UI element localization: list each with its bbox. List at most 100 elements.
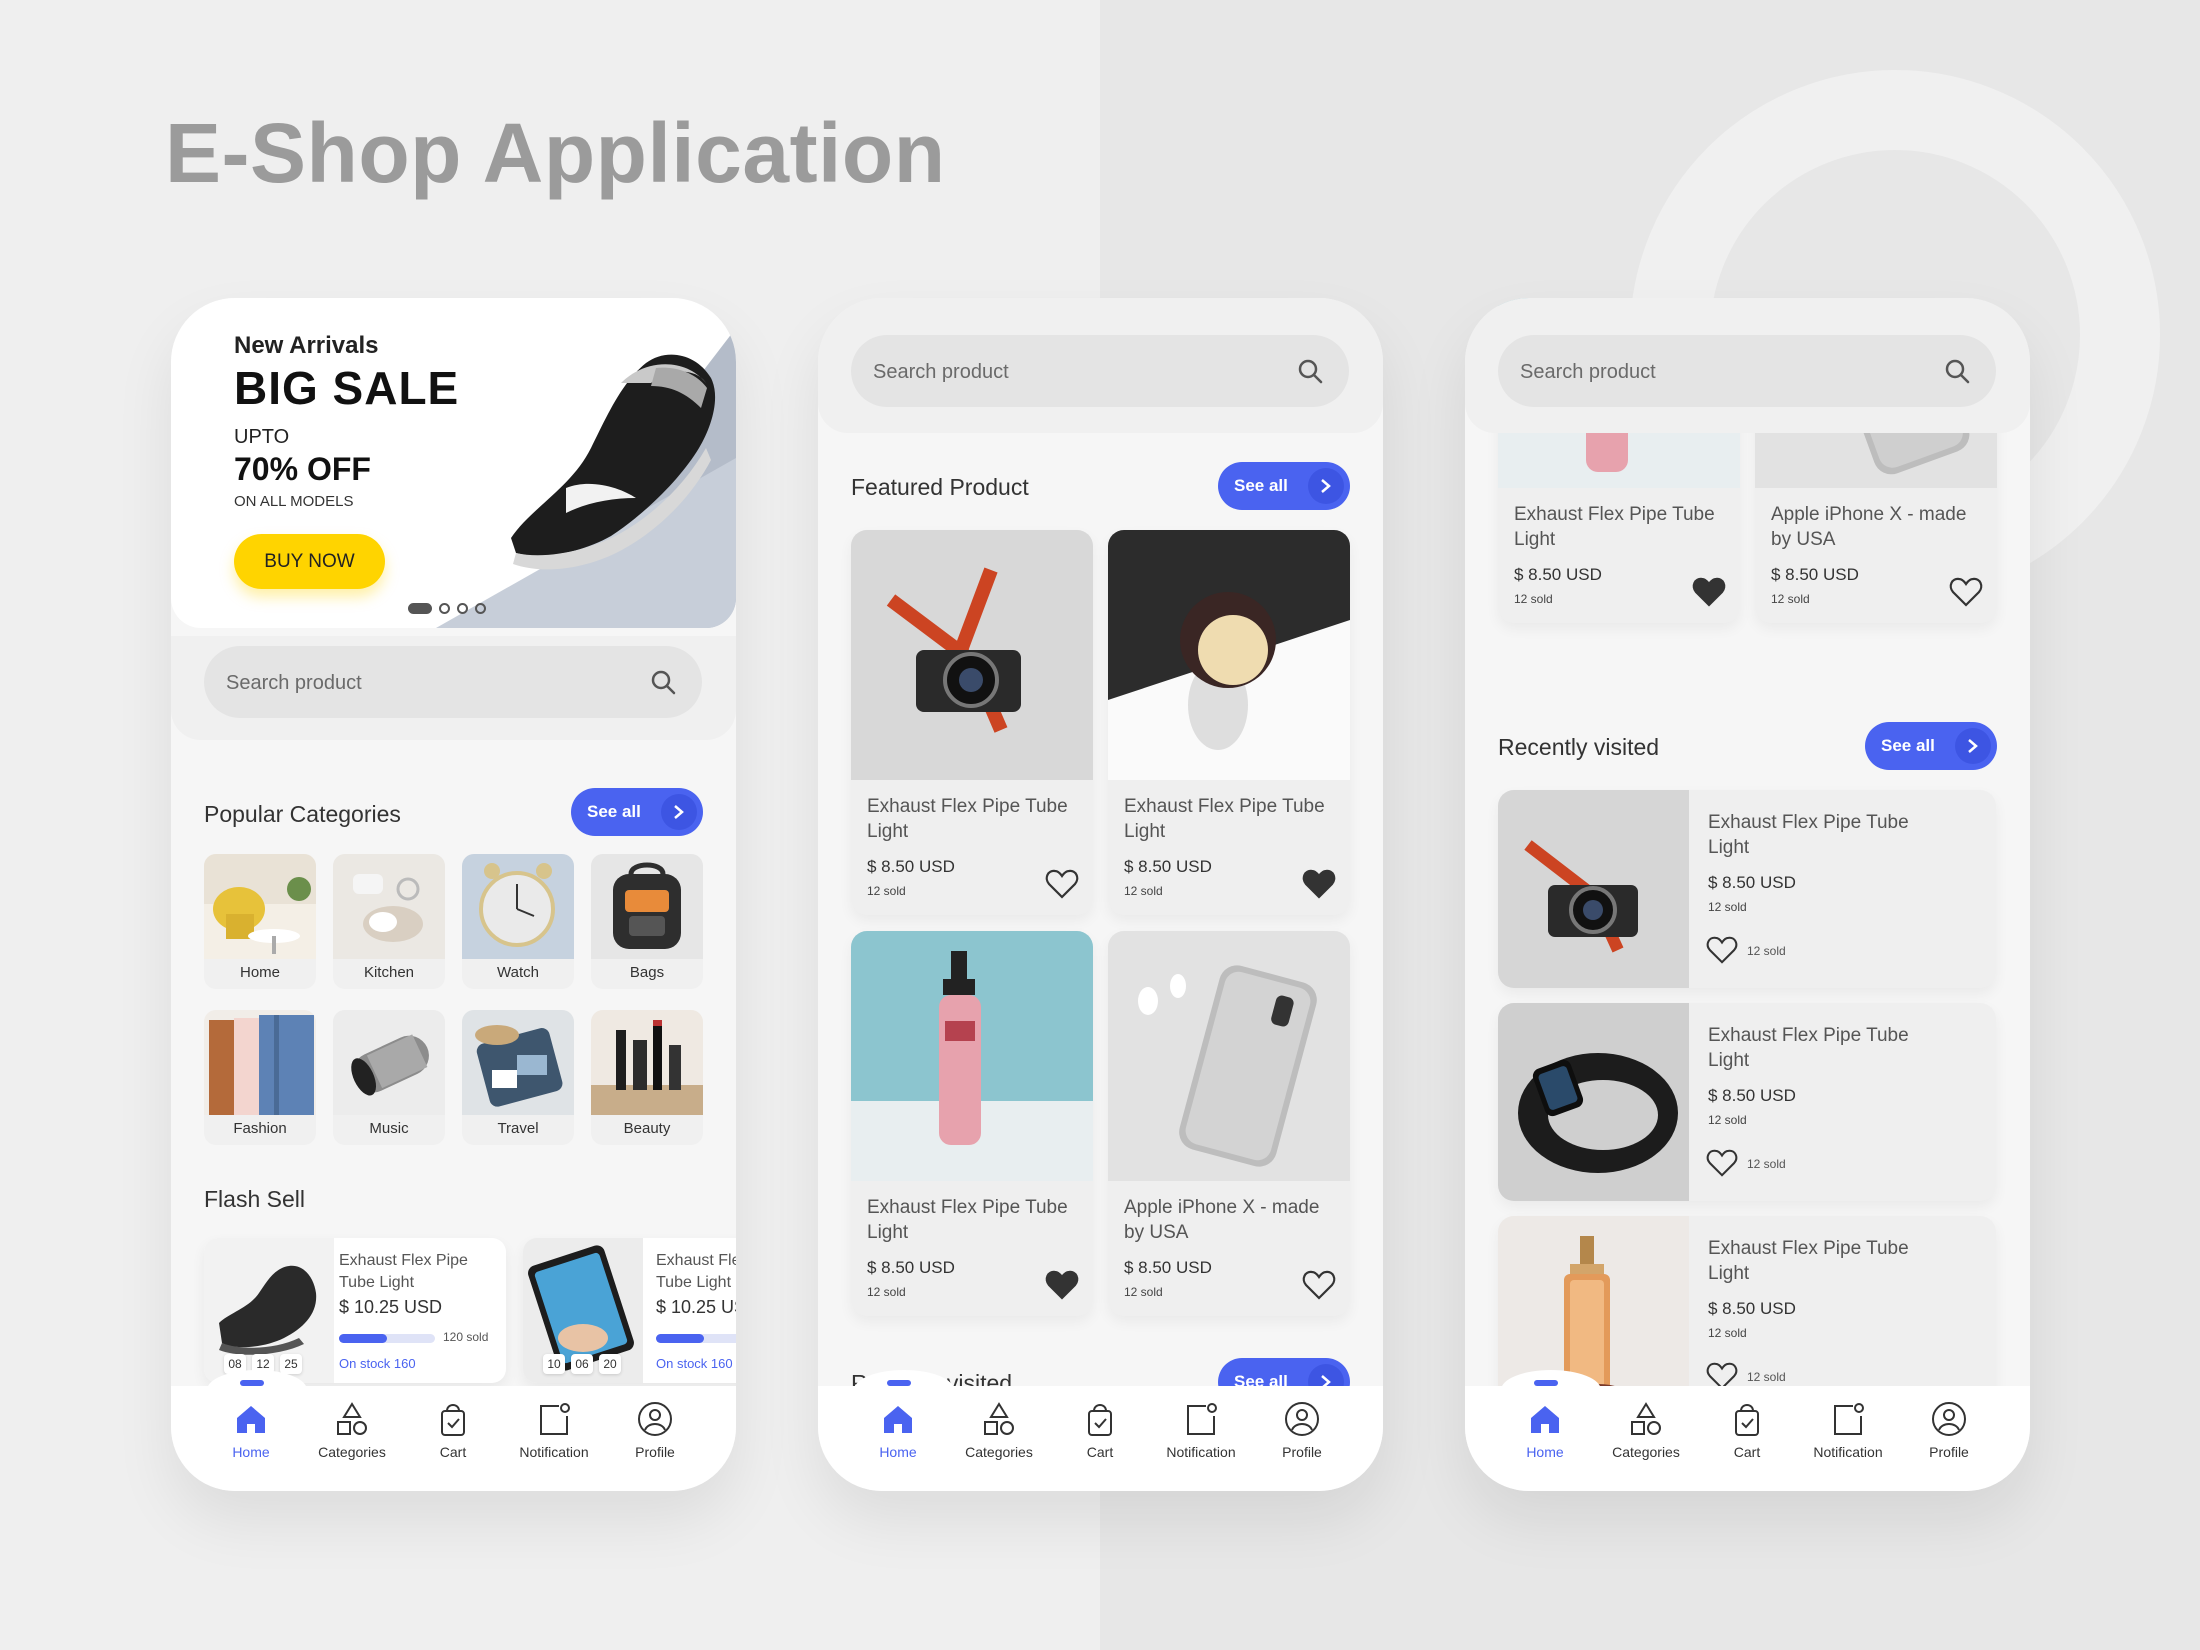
nav-active-indicator — [887, 1380, 911, 1386]
see-all-featured-button[interactable]: See all — [1218, 462, 1350, 510]
notification-icon — [1187, 1403, 1217, 1435]
product-card[interactable]: Exhaust Flex Pipe Tube Light $ 8.50 USD … — [851, 931, 1093, 1316]
countdown-timer: 10 06 20 — [543, 1354, 621, 1374]
hero-upto: UPTO — [234, 426, 290, 448]
nav-item-home[interactable]: Home — [1490, 1400, 1600, 1460]
heart-outline-icon[interactable] — [1302, 1269, 1336, 1301]
screen-featured: Search product Featured Product See all … — [818, 298, 1383, 1403]
category-kitchen[interactable]: Kitchen — [333, 854, 445, 989]
watch-category-image — [462, 854, 574, 959]
category-music[interactable]: Music — [333, 1010, 445, 1145]
category-label: Home — [239, 964, 280, 981]
nav-item-categories[interactable]: Categories — [944, 1400, 1054, 1460]
category-travel[interactable]: Travel — [462, 1010, 574, 1145]
category-label: Watch — [497, 964, 539, 981]
shapes-icon — [337, 1402, 367, 1435]
recent-product-card[interactable]: Exhaust Flex Pipe Tube Light $ 8.50 USD … — [1498, 790, 1996, 988]
nav-label: Profile — [1929, 1444, 1969, 1460]
search-icon[interactable] — [1297, 358, 1323, 384]
nav-item-home[interactable]: Home — [196, 1400, 306, 1460]
carousel-dot[interactable] — [439, 603, 450, 614]
flash-product-price: $ 10.25 USD — [656, 1297, 736, 1317]
flash-sell-title: Flash Sell — [204, 1186, 305, 1212]
phone-recent-screen: Search product Exhaust Flex Pipe Tube Li… — [1465, 298, 2030, 1491]
product-sold: 12 sold — [1771, 592, 1810, 606]
sneaker-image — [511, 354, 716, 570]
product-price: $ 8.50 USD — [1514, 565, 1602, 584]
search-placeholder: Search product — [226, 672, 362, 694]
carousel-dots[interactable] — [408, 603, 486, 614]
nav-item-notification[interactable]: Notification — [1793, 1400, 1903, 1460]
flash-sell-card[interactable]: 10 06 20 Exhaust Flex Pipe Tube Light $ … — [523, 1238, 736, 1383]
search-input[interactable]: Search product — [851, 335, 1349, 407]
nav-item-cart[interactable]: Cart — [1692, 1400, 1802, 1460]
category-watch[interactable]: Watch — [462, 854, 574, 989]
flash-product-price: $ 10.25 USD — [339, 1297, 443, 1317]
see-all-categories-button[interactable]: See all — [571, 788, 703, 836]
flash-sell-card[interactable]: 08 12 25 Exhaust Flex Pipe Tube Light $ … — [204, 1238, 506, 1383]
search-bar-container: Search product — [171, 636, 736, 740]
nav-item-notification[interactable]: Notification — [1146, 1400, 1256, 1460]
heart-filled-icon[interactable] — [1302, 868, 1336, 900]
category-beauty[interactable]: Beauty — [591, 1010, 703, 1145]
nav-item-cart[interactable]: Cart — [398, 1400, 508, 1460]
nav-item-profile[interactable]: Profile — [600, 1400, 710, 1460]
search-placeholder: Search product — [873, 361, 1009, 383]
screen-recent: Search product Exhaust Flex Pipe Tube Li… — [1465, 298, 2030, 1403]
bag-icon — [1088, 1404, 1112, 1436]
heart-outline-icon[interactable] — [1706, 935, 1738, 965]
nav-label: Notification — [1813, 1444, 1883, 1460]
carousel-dot-active[interactable] — [408, 603, 432, 614]
chevron-right-icon — [661, 794, 697, 830]
flash-stock-status: On stock 160 — [656, 1356, 733, 1371]
kitchen-category-image — [333, 854, 445, 959]
category-bags[interactable]: Bags — [591, 854, 703, 989]
search-icon[interactable] — [1944, 358, 1970, 384]
nav-item-profile[interactable]: Profile — [1894, 1400, 2004, 1460]
product-price: $ 8.50 USD — [1124, 1258, 1212, 1277]
see-all-label: See all — [1881, 736, 1935, 755]
home-category-image — [204, 854, 316, 959]
nav-item-home[interactable]: Home — [843, 1400, 953, 1460]
nav-active-indicator — [240, 1380, 264, 1386]
bottom-navigation: Home Categories Cart Notification Profil… — [171, 1370, 736, 1491]
product-sold: 12 sold — [1514, 592, 1553, 606]
product-price: $ 8.50 USD — [867, 1258, 955, 1277]
product-sold: 12 sold — [1124, 884, 1163, 898]
nav-label: Categories — [318, 1444, 386, 1460]
nav-active-indicator — [1534, 1380, 1558, 1386]
nav-label: Profile — [635, 1444, 675, 1460]
category-label: Bags — [629, 964, 665, 981]
hero-banner[interactable]: New Arrivals BIG SALE UPTO 70% OFF ON AL… — [171, 298, 736, 628]
carousel-dot[interactable] — [457, 603, 468, 614]
heart-outline-icon[interactable] — [1045, 868, 1079, 900]
nav-item-categories[interactable]: Categories — [297, 1400, 407, 1460]
search-input[interactable]: Search product — [1498, 335, 1996, 407]
product-card[interactable]: Exhaust Flex Pipe Tube Light $ 8.50 USD … — [851, 530, 1093, 915]
heart-outline-icon[interactable] — [1706, 1148, 1738, 1178]
see-all-recent-button[interactable]: See all — [1865, 722, 1997, 770]
category-fashion[interactable]: Fashion — [204, 1010, 316, 1145]
nav-label: Cart — [439, 1444, 467, 1460]
search-input[interactable]: Search product — [204, 646, 702, 718]
search-icon[interactable] — [650, 669, 676, 695]
nav-item-profile[interactable]: Profile — [1247, 1400, 1357, 1460]
category-home[interactable]: Home — [204, 854, 316, 989]
product-card[interactable]: Apple iPhone X - made by USA $ 8.50 USD … — [1108, 931, 1350, 1316]
hero-discount: 70% OFF — [234, 451, 371, 487]
heart-filled-icon[interactable] — [1692, 576, 1726, 608]
heart-filled-icon[interactable] — [1045, 1269, 1079, 1301]
heart-outline-icon[interactable] — [1949, 576, 1983, 608]
product-card[interactable]: Exhaust Flex Pipe Tube Light $ 8.50 USD … — [1108, 530, 1350, 915]
nav-label: Categories — [965, 1444, 1033, 1460]
product-price: $ 8.50 USD — [1708, 1086, 1796, 1105]
recent-product-card[interactable]: Exhaust Flex Pipe Tube Light $ 8.50 USD … — [1498, 1003, 1996, 1201]
product-price: $ 8.50 USD — [1124, 857, 1212, 876]
carousel-dot[interactable] — [475, 603, 486, 614]
buy-now-button[interactable]: BUY NOW — [234, 534, 385, 589]
nav-label: Profile — [1282, 1444, 1322, 1460]
powder-product-image — [1108, 530, 1350, 780]
nav-item-notification[interactable]: Notification — [499, 1400, 609, 1460]
nav-item-cart[interactable]: Cart — [1045, 1400, 1155, 1460]
nav-item-categories[interactable]: Categories — [1591, 1400, 1701, 1460]
